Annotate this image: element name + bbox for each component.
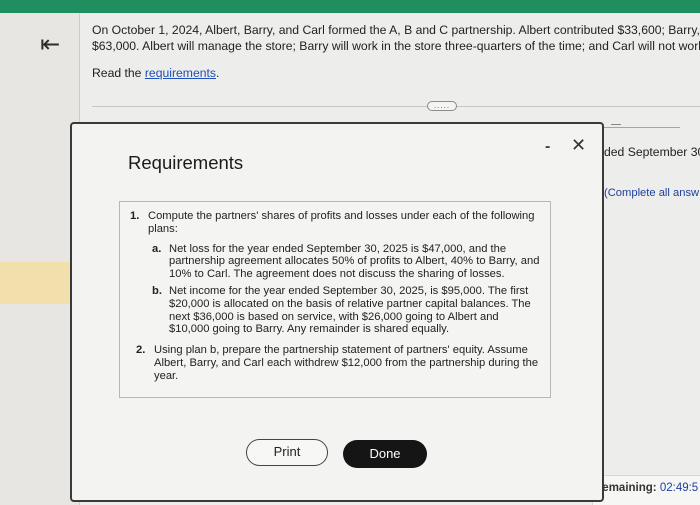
top-banner xyxy=(0,0,700,13)
done-button[interactable]: Done xyxy=(343,440,427,468)
time-remaining: Remaining: 02:49:5 xyxy=(594,482,698,494)
requirements-link[interactable]: requirements xyxy=(145,66,216,80)
section-divider xyxy=(92,106,700,107)
instruction-text: (Complete all answ xyxy=(604,187,700,199)
read-requirements-line: Read the requirements. xyxy=(92,66,219,80)
period-heading: ded September 30 xyxy=(604,145,700,159)
plan-b-text: Net income for the year ended September … xyxy=(169,284,531,336)
requirement-2-number: 2. xyxy=(136,344,146,357)
requirement-1-plans: a. Net loss for the year ended September… xyxy=(148,243,540,337)
expand-more-button[interactable]: ..... xyxy=(427,101,457,111)
question-text: On October 1, 2024, Albert, Barry, and C… xyxy=(92,22,700,54)
print-button[interactable]: Print xyxy=(246,439,328,466)
read-prefix: Read the xyxy=(92,66,145,80)
requirements-list: 1. Compute the partners' shares of profi… xyxy=(119,201,551,398)
dialog-title: Requirements xyxy=(128,152,244,173)
right-table-rule xyxy=(604,127,680,128)
requirement-1-number: 1. xyxy=(130,210,140,222)
plan-a-label: a. xyxy=(152,242,162,255)
requirements-dialog: Requirements - ✕ 1. Compute the partners… xyxy=(70,122,604,502)
requirement-2: 2. Using plan b, prepare the partnership… xyxy=(130,344,540,382)
left-gutter xyxy=(0,13,80,505)
question-line-1: On October 1, 2024, Albert, Barry, and C… xyxy=(92,23,700,37)
plan-a: a. Net loss for the year ended September… xyxy=(148,243,540,281)
gold-highlight-band xyxy=(0,262,80,304)
remaining-time: 02:49:5 xyxy=(659,482,699,494)
plan-b-label: b. xyxy=(152,284,162,297)
plan-b: b. Net income for the year ended Septemb… xyxy=(148,285,540,336)
back-arrow-icon[interactable]: ⇤ xyxy=(40,32,60,56)
requirement-1-text: Compute the partners' shares of profits … xyxy=(148,210,535,235)
minimize-icon[interactable]: - xyxy=(545,138,550,156)
plan-a-text: Net loss for the year ended September 30… xyxy=(169,242,540,281)
question-line-2: $63,000. Albert will manage the store; B… xyxy=(92,39,700,53)
read-suffix: . xyxy=(216,66,220,80)
right-table-tick xyxy=(611,124,621,126)
close-icon[interactable]: ✕ xyxy=(571,135,586,156)
requirement-2-text: Using plan b, prepare the partnership st… xyxy=(154,344,539,382)
requirement-1: 1. Compute the partners' shares of profi… xyxy=(130,210,540,236)
